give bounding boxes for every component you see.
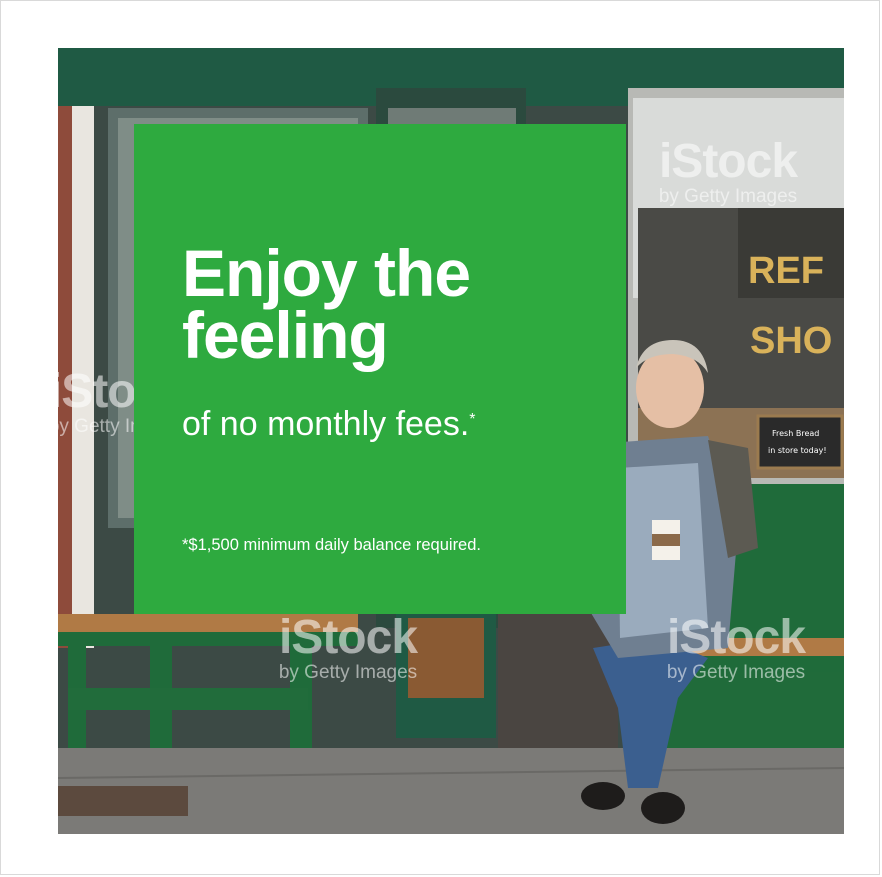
- footnote-mark: *: [469, 411, 476, 428]
- shop-sign-text-1: REF: [748, 250, 824, 292]
- promo-panel: Enjoy the feeling of no monthly fees.* *…: [134, 124, 626, 614]
- promo-disclaimer: *$1,500 minimum daily balance required.: [182, 536, 481, 554]
- promo-subline: of no monthly fees.*: [182, 404, 476, 444]
- shop-sign-text-2: SHO: [750, 320, 832, 362]
- chalkboard-line-2: in store today!: [768, 446, 827, 455]
- subline-text: of no monthly fees.: [182, 405, 470, 443]
- promo-headline: Enjoy the feeling: [182, 240, 471, 368]
- headline-line-2: feeling: [182, 298, 389, 372]
- chalkboard-line-1: Fresh Bread: [772, 429, 819, 438]
